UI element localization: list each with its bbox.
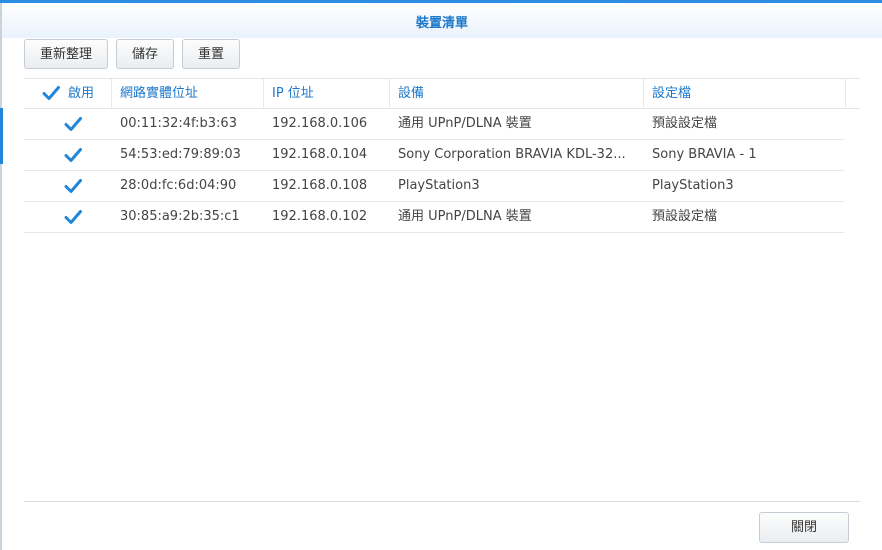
checkmark-icon [64,210,82,224]
profile-cell[interactable]: 預設設定檔 [644,202,844,232]
reset-button[interactable]: 重置 [182,39,240,69]
column-header-mac[interactable]: 網路實體位址 [112,79,264,109]
checkmark-icon [64,117,82,131]
device-cell: PlayStation3 [398,178,480,193]
mac-cell: 54:53:ed:79:89:03 [120,147,241,162]
ip-cell: 192.168.0.104 [272,147,368,162]
ip-cell: 192.168.0.106 [272,116,368,131]
table-row[interactable]: 54:53:ed:79:89:03 192.168.0.104 Sony Cor… [24,140,844,171]
table-row[interactable]: 00:11:32:4f:b3:63 192.168.0.106 通用 UPnP/… [24,109,844,140]
column-header-device[interactable]: 設備 [390,79,644,109]
enable-checkbox[interactable] [64,115,82,133]
dialog-title-bar[interactable]: 裝置清單 [2,3,882,38]
table-header: 啟用 網路實體位址 IP 位址 設備 設定檔 [24,78,860,109]
mac-cell: 00:11:32:4f:b3:63 [120,116,237,131]
select-all-checkbox[interactable] [42,84,60,102]
column-header-ip[interactable]: IP 位址 [264,79,390,109]
checkmark-icon [64,179,82,193]
left-window-edge [0,3,2,550]
dialog-title: 裝置清單 [415,16,468,31]
device-list-dialog: 裝置清單 重新整理 儲存 重置 啟用 網路實體位址 IP 位址 設備 設定檔 0… [0,0,882,550]
device-table: 啟用 網路實體位址 IP 位址 設備 設定檔 00:11:32:4f:b3:63… [24,78,860,233]
column-header-profile[interactable]: 設定檔 [644,79,846,109]
column-header-enabled[interactable]: 啟用 [24,79,112,109]
left-selection-accent [0,108,3,164]
footer-divider [24,501,860,502]
device-cell: 通用 UPnP/DLNA 裝置 [398,116,532,131]
ip-cell: 192.168.0.108 [272,178,368,193]
profile-cell[interactable]: Sony BRAVIA - 1 [644,140,844,170]
device-cell: 通用 UPnP/DLNA 裝置 [398,209,532,224]
close-button[interactable]: 關閉 [759,512,849,543]
enable-checkbox[interactable] [64,146,82,164]
device-cell: Sony Corporation BRAVIA KDL-32... [398,147,626,162]
mac-cell: 28:0d:fc:6d:04:90 [120,178,237,193]
checkmark-icon [42,86,60,100]
profile-cell[interactable]: 預設設定檔 [644,109,844,139]
mac-cell: 30:85:a9:2b:35:c1 [120,209,240,224]
column-header-spacer [846,79,860,109]
refresh-button[interactable]: 重新整理 [24,39,108,69]
checkmark-icon [64,148,82,162]
enable-checkbox[interactable] [64,177,82,195]
table-row[interactable]: 30:85:a9:2b:35:c1 192.168.0.102 通用 UPnP/… [24,202,844,233]
ip-cell: 192.168.0.102 [272,209,368,224]
enable-checkbox[interactable] [64,208,82,226]
profile-cell[interactable]: PlayStation3 [644,171,844,201]
table-row[interactable]: 28:0d:fc:6d:04:90 192.168.0.108 PlayStat… [24,171,844,202]
save-button[interactable]: 儲存 [116,39,174,69]
column-label-enabled: 啟用 [68,86,95,101]
